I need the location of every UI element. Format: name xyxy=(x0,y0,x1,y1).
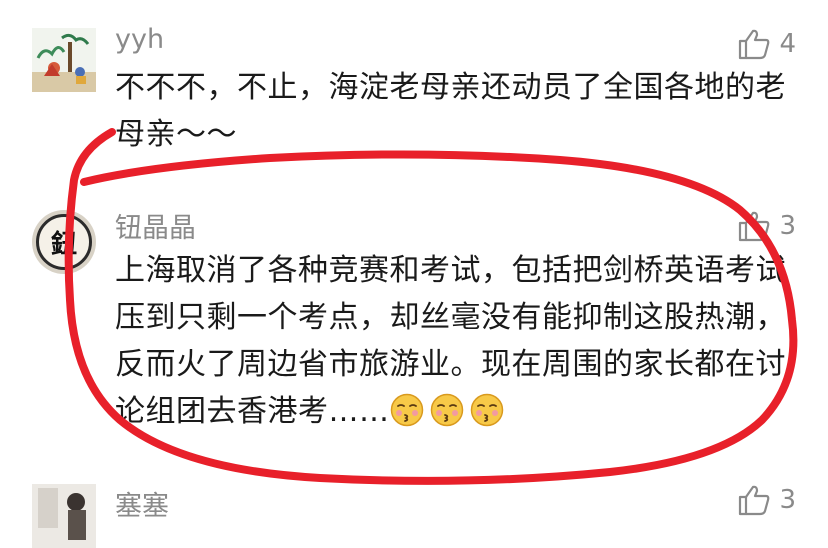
avatar[interactable]: 鈕 xyxy=(32,210,96,274)
avatar-photo xyxy=(32,484,96,548)
comment-text: 不不不，不止，海淀老母亲还动员了全国各地的老母亲～～ xyxy=(115,70,786,152)
comment-username[interactable]: yyh xyxy=(115,24,164,55)
avatar-illustration xyxy=(32,28,96,92)
avatar[interactable] xyxy=(32,484,96,548)
comment-username[interactable]: 钮晶晶 xyxy=(115,206,196,245)
kissing-face-emoji-icon xyxy=(390,393,423,427)
comment-text: 上海取消了各种竞赛和考试，包括把剑桥英语考试压到只剩一个考点，却丝毫没有能抑制这… xyxy=(115,247,795,435)
comment-username[interactable]: 塞塞 xyxy=(115,484,169,523)
thumbs-up-icon xyxy=(739,485,770,516)
thumbs-up-icon xyxy=(739,211,770,242)
like-count: 3 xyxy=(779,211,796,241)
like-button[interactable]: 3 xyxy=(737,210,796,242)
like-count: 3 xyxy=(779,485,796,515)
avatar-character: 鈕 xyxy=(50,229,77,260)
like-button[interactable]: 4 xyxy=(737,28,796,60)
kissing-face-emoji-icon xyxy=(470,393,503,427)
like-button[interactable]: 3 xyxy=(737,484,796,516)
thumbs-up-icon xyxy=(739,29,770,60)
avatar-seal: 鈕 xyxy=(36,214,92,270)
avatar[interactable] xyxy=(32,28,96,92)
like-count: 4 xyxy=(779,29,796,59)
kissing-face-emoji-icon xyxy=(430,393,463,427)
